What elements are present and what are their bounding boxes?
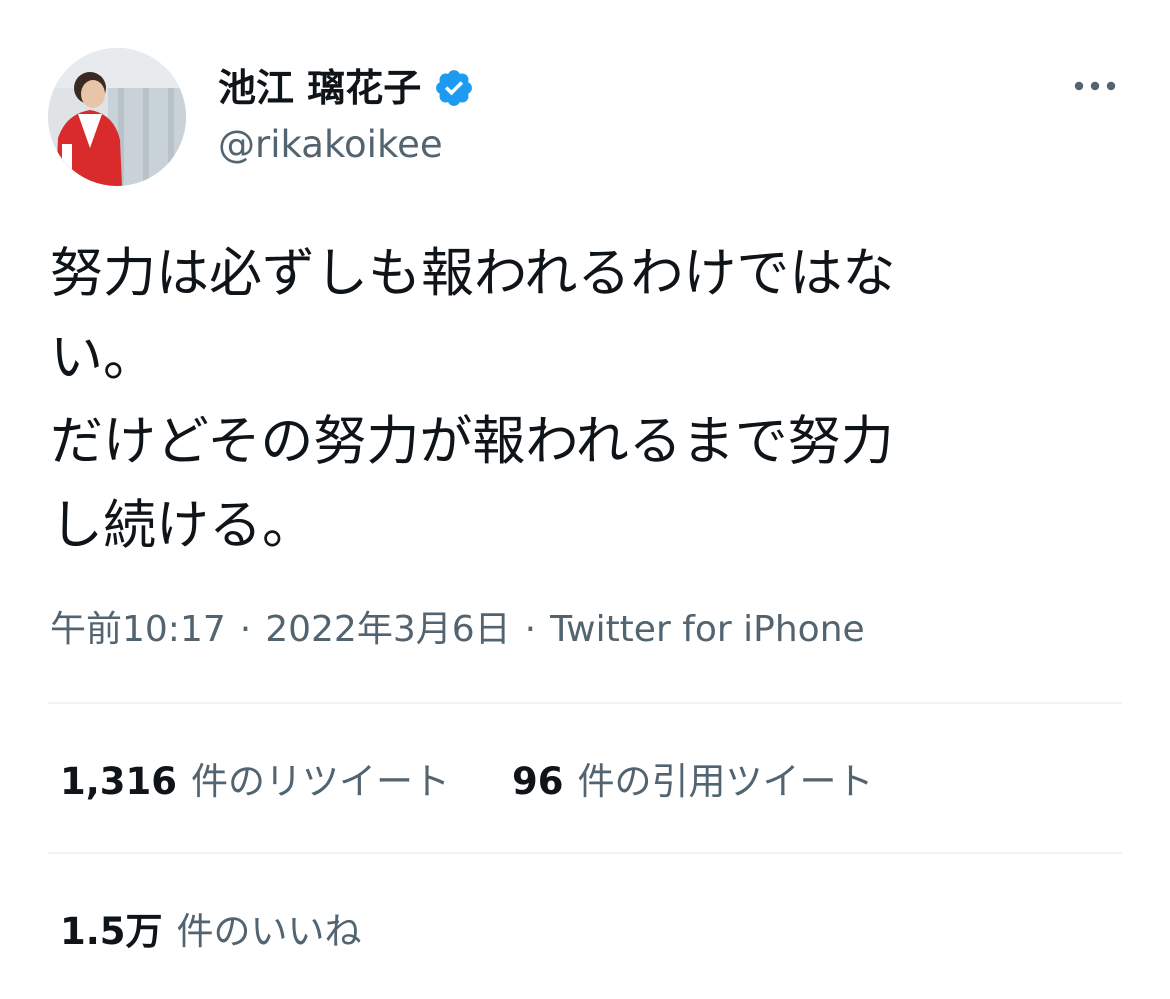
retweets-label: 件のリツイート — [191, 760, 451, 803]
quotes-stat[interactable]: 96 件の引用ツイート — [512, 751, 874, 805]
tweet-time[interactable]: 午前10:17 — [50, 609, 226, 650]
tweet-text-line: し続ける。 — [50, 495, 315, 556]
meta-separator: · — [239, 609, 252, 650]
author-display-name[interactable]: 池江 璃花子 — [218, 60, 421, 116]
likes-stat[interactable]: 1.5万 件のいいね — [60, 901, 362, 955]
tweet-text-line: い。 — [50, 327, 156, 388]
tweet-text-line: だけどその努力が報われるまで努力 — [50, 411, 894, 472]
tweet-metadata: 午前10:17 · 2022年3月6日 · Twitter for iPhone — [50, 602, 865, 658]
meta-separator: · — [524, 609, 537, 650]
retweets-stat[interactable]: 1,316 件のリツイート — [60, 751, 450, 805]
tweet-text: 努力は必ずしも報われるわけではな い。 だけどその努力が報われるまで努力 し続け… — [50, 232, 1120, 568]
tweet-date[interactable]: 2022年3月6日 — [265, 609, 510, 650]
tweet-source[interactable]: Twitter for iPhone — [550, 609, 865, 650]
likes-row: 1.5万 件のいいね — [60, 900, 424, 956]
author-handle[interactable]: @rikakoikee — [218, 120, 443, 170]
divider — [48, 852, 1122, 854]
avatar[interactable] — [48, 48, 186, 186]
retweets-count: 1,316 — [60, 760, 178, 803]
profile-photo-icon — [48, 48, 186, 186]
engagement-stats: 1,316 件のリツイート 96 件の引用ツイート — [60, 750, 936, 806]
likes-count: 1.5万 — [60, 910, 163, 953]
author-name-row: 池江 璃花子 — [218, 60, 475, 116]
quotes-label: 件の引用ツイート — [577, 760, 874, 803]
tweet-text-line: 努力は必ずしも報われるわけではな — [50, 243, 896, 304]
verified-badge-icon — [433, 67, 475, 109]
quotes-count: 96 — [512, 760, 564, 803]
likes-label: 件のいいね — [176, 910, 362, 953]
divider — [48, 702, 1122, 704]
more-options-icon[interactable] — [1068, 64, 1122, 108]
tweet-detail: 池江 璃花子 @rikakoikee 努力は必ずしも報われるわけではな い。 だ… — [0, 0, 1170, 999]
